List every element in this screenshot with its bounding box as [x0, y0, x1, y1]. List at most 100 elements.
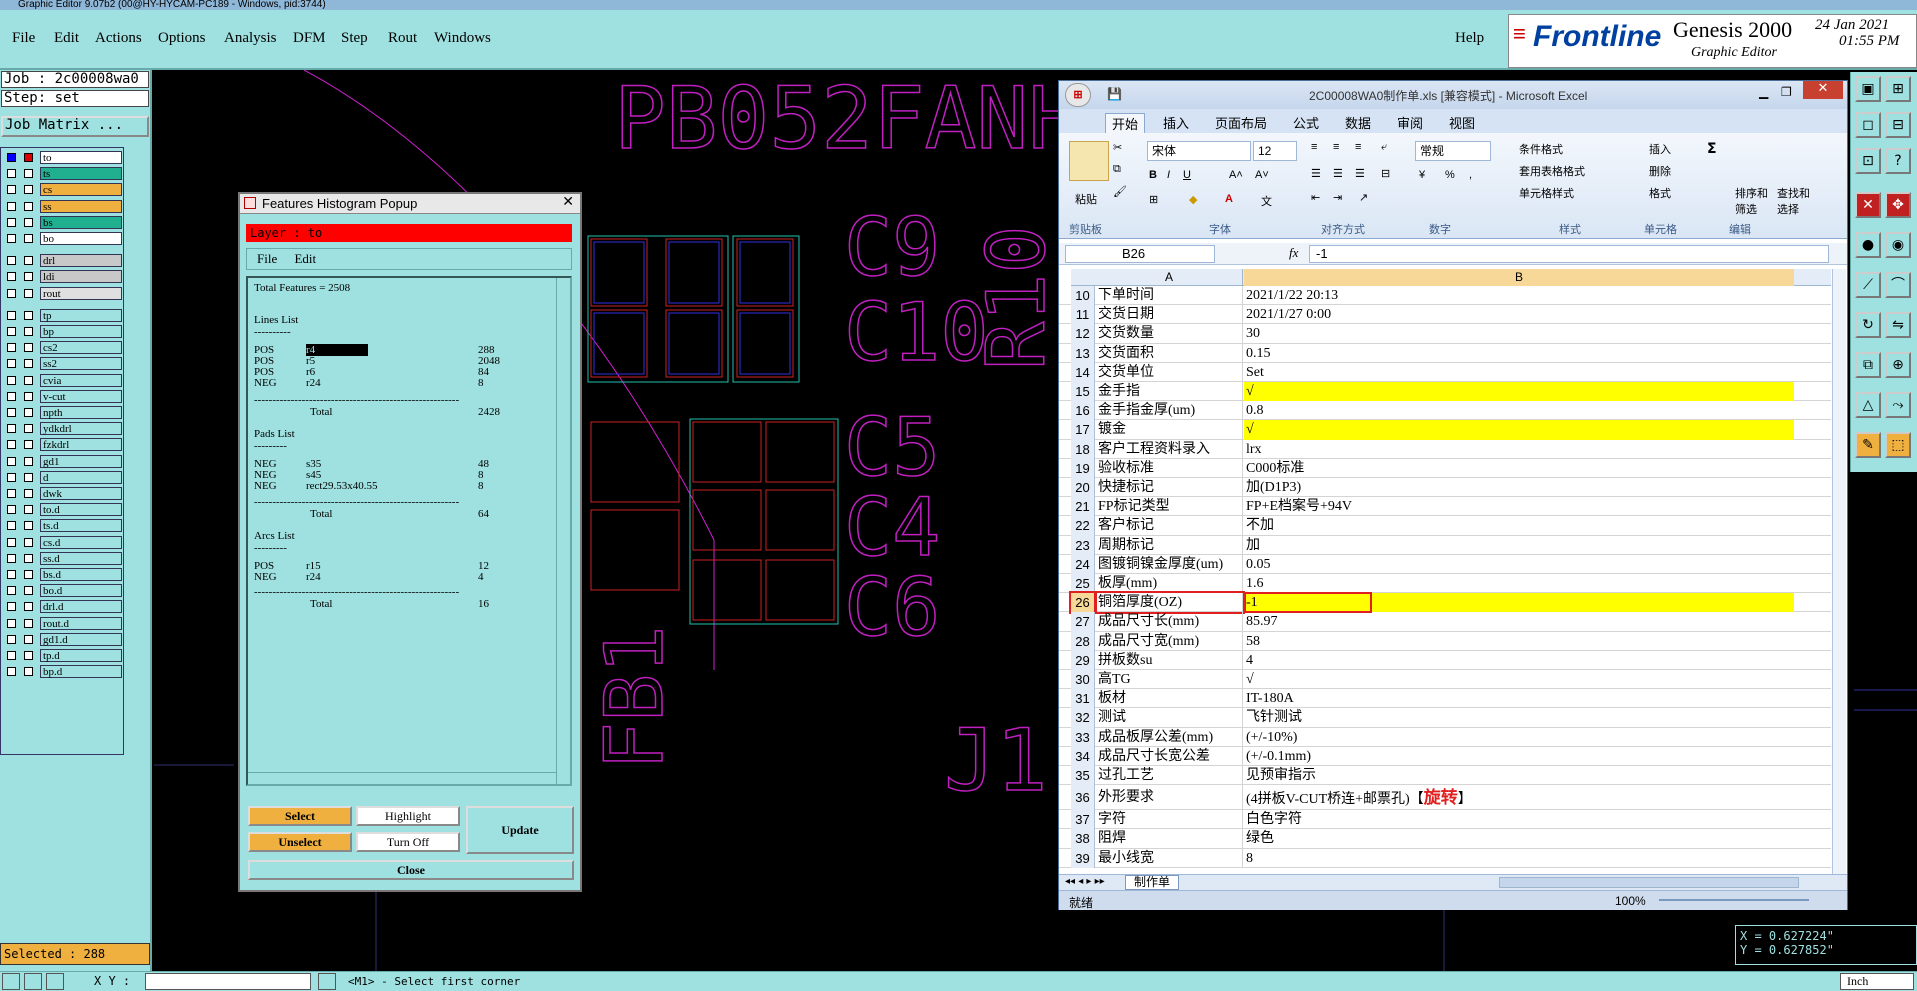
format-as-table-button[interactable]: 套用表格格式	[1519, 163, 1585, 179]
layer-row[interactable]: rout.d	[4, 616, 122, 631]
layer-affected-checkbox[interactable]	[24, 391, 33, 401]
layer-affected-checkbox[interactable]	[24, 408, 33, 417]
layer-row[interactable]: gd1.d	[4, 632, 122, 647]
save-icon[interactable]: 💾	[1107, 87, 1122, 101]
help-q-icon[interactable]: ?	[1885, 148, 1911, 174]
vertical-scrollbar[interactable]	[1832, 269, 1846, 874]
cell-b[interactable]: 8	[1244, 849, 1794, 868]
table-row[interactable]: 16 金手指金厚(um) 0.8	[1059, 401, 1831, 421]
table-row[interactable]: 11 交货日期 2021/1/27 0:00	[1059, 305, 1831, 325]
layer-row[interactable]: bs.d	[4, 568, 122, 582]
cell-a[interactable]: 高TG	[1096, 670, 1243, 690]
layer-affected-checkbox[interactable]	[24, 521, 33, 531]
percent-icon[interactable]: %	[1445, 169, 1455, 181]
align-middle-icon[interactable]: ≡	[1333, 141, 1339, 153]
zoom-slider[interactable]	[1659, 899, 1809, 901]
layer-affected-checkbox[interactable]	[24, 169, 33, 179]
layer-affected-checkbox[interactable]	[24, 618, 33, 628]
horizontal-scrollbar[interactable]	[1499, 877, 1799, 888]
row-header[interactable]: 10	[1071, 286, 1095, 306]
menu-analysis[interactable]: Analysis	[224, 30, 277, 47]
row-header[interactable]: 38	[1071, 829, 1095, 849]
paste-button[interactable]: 粘贴	[1075, 191, 1097, 207]
cell-a[interactable]: 金手指	[1096, 382, 1243, 402]
row-header[interactable]: 25	[1071, 574, 1095, 594]
cell-a[interactable]: 图镀铜镍金厚度(um)	[1096, 554, 1243, 574]
copy-icon[interactable]: ⧉	[1855, 352, 1881, 378]
layer-checkbox[interactable]	[7, 288, 16, 298]
cell-b[interactable]: 白色字符	[1244, 810, 1794, 829]
row-header[interactable]: 33	[1071, 727, 1095, 747]
via-icon[interactable]: ◉	[1885, 232, 1911, 258]
sheet-tab[interactable]: 制作单	[1125, 875, 1179, 890]
layer-affected-checkbox[interactable]	[24, 537, 33, 547]
layer-affected-checkbox[interactable]	[24, 440, 33, 450]
merge-center-icon[interactable]: ⊟	[1381, 167, 1390, 180]
delete-cells-button[interactable]: 删除	[1649, 163, 1671, 179]
layer-row[interactable]: ss	[4, 199, 122, 214]
comma-icon[interactable]: ,	[1469, 169, 1472, 181]
cell-a[interactable]: 金手指金厚(um)	[1096, 401, 1243, 421]
cell-a[interactable]: 交货日期	[1096, 305, 1243, 325]
layer-checkbox[interactable]	[7, 327, 16, 336]
table-row[interactable]: 23 周期标记加	[1059, 535, 1831, 555]
layer-affected-checkbox[interactable]	[24, 634, 33, 644]
menu-edit[interactable]: Edit	[54, 30, 79, 47]
row-header[interactable]: 36	[1071, 785, 1095, 811]
align-right-icon[interactable]: ☰	[1355, 167, 1365, 180]
ribbon-tab[interactable]: 插入	[1157, 113, 1195, 132]
layer-row[interactable]: d	[4, 470, 122, 485]
table-row[interactable]: 29 拼板数su 4	[1059, 650, 1831, 670]
table-row[interactable]: 13 交货面积 0.15	[1059, 343, 1831, 363]
align-bottom-icon[interactable]: ≡	[1355, 141, 1361, 153]
layer-checkbox[interactable]	[7, 201, 16, 211]
cell-b[interactable]: 见预审指示	[1244, 766, 1794, 785]
layer-row[interactable]: ts.d	[4, 519, 122, 533]
cell-a[interactable]: 板材	[1096, 689, 1243, 709]
snap-icon[interactable]	[2, 973, 20, 990]
cell-b[interactable]: IT-180A	[1244, 689, 1794, 708]
cell-a[interactable]: 镀金	[1096, 420, 1243, 440]
table-row[interactable]: 34 成品尺寸长宽公差 (+/-0.1mm)	[1059, 746, 1831, 766]
layer-row[interactable]: ldi	[4, 270, 122, 284]
layer-affected-checkbox[interactable]	[24, 217, 33, 227]
layer-checkbox[interactable]	[7, 217, 16, 227]
row-header[interactable]: 19	[1071, 458, 1095, 478]
table-row[interactable]: 24 图镀铜镍金厚度(um) 0.05	[1059, 554, 1831, 574]
cell-a[interactable]: 验收标准	[1096, 458, 1243, 478]
table-row[interactable]: 37 字符 白色字符	[1059, 810, 1831, 830]
turn-off-button[interactable]: Turn Off	[356, 832, 460, 852]
table-row[interactable]: 14 交货单位 Set	[1059, 362, 1831, 382]
format-cells-button[interactable]: 格式	[1649, 185, 1671, 201]
layer-row[interactable]: to.d	[4, 503, 122, 517]
job-matrix-button[interactable]: Job Matrix ...	[1, 116, 149, 137]
layer-row[interactable]: bp	[4, 325, 122, 339]
layer-affected-checkbox[interactable]	[24, 570, 33, 579]
layer-row[interactable]: rout	[4, 286, 122, 301]
fx-icon[interactable]: fx	[1289, 245, 1298, 261]
layer-checkbox[interactable]	[7, 343, 16, 353]
menu-help[interactable]: Help	[1455, 30, 1484, 47]
layer-checkbox[interactable]	[7, 586, 16, 596]
row-header[interactable]: 34	[1071, 746, 1095, 766]
layer-checkbox[interactable]	[7, 169, 16, 179]
row-header[interactable]: 31	[1071, 689, 1095, 709]
row-header[interactable]: 27	[1071, 612, 1095, 632]
snap-icon[interactable]: ⊕	[1885, 352, 1911, 378]
cell-b[interactable]: 不加	[1244, 516, 1794, 535]
row-header[interactable]: 12	[1071, 324, 1095, 344]
cell-a[interactable]: 客户工程资料录入	[1096, 439, 1243, 459]
cell-a[interactable]: 交货单位	[1096, 362, 1243, 382]
table-row[interactable]: 35 过孔工艺 见预审指示	[1059, 766, 1831, 786]
layer-affected-checkbox[interactable]	[24, 553, 33, 563]
layer-affected-checkbox[interactable]	[24, 201, 33, 211]
layer-checkbox[interactable]	[7, 537, 16, 547]
italic-icon[interactable]: I	[1167, 169, 1170, 181]
column-header-a[interactable]: A	[1096, 269, 1243, 286]
table-row[interactable]: 26 铜箔厚度(OZ) -1	[1059, 591, 1831, 615]
layer-affected-checkbox[interactable]	[24, 256, 33, 266]
row-header[interactable]: 13	[1071, 343, 1095, 363]
table-row[interactable]: 19 验收标准 C000标准	[1059, 458, 1831, 478]
find-select-button[interactable]: 查找和选择	[1777, 185, 1813, 217]
layer-icon[interactable]: ⊡	[1855, 148, 1881, 174]
